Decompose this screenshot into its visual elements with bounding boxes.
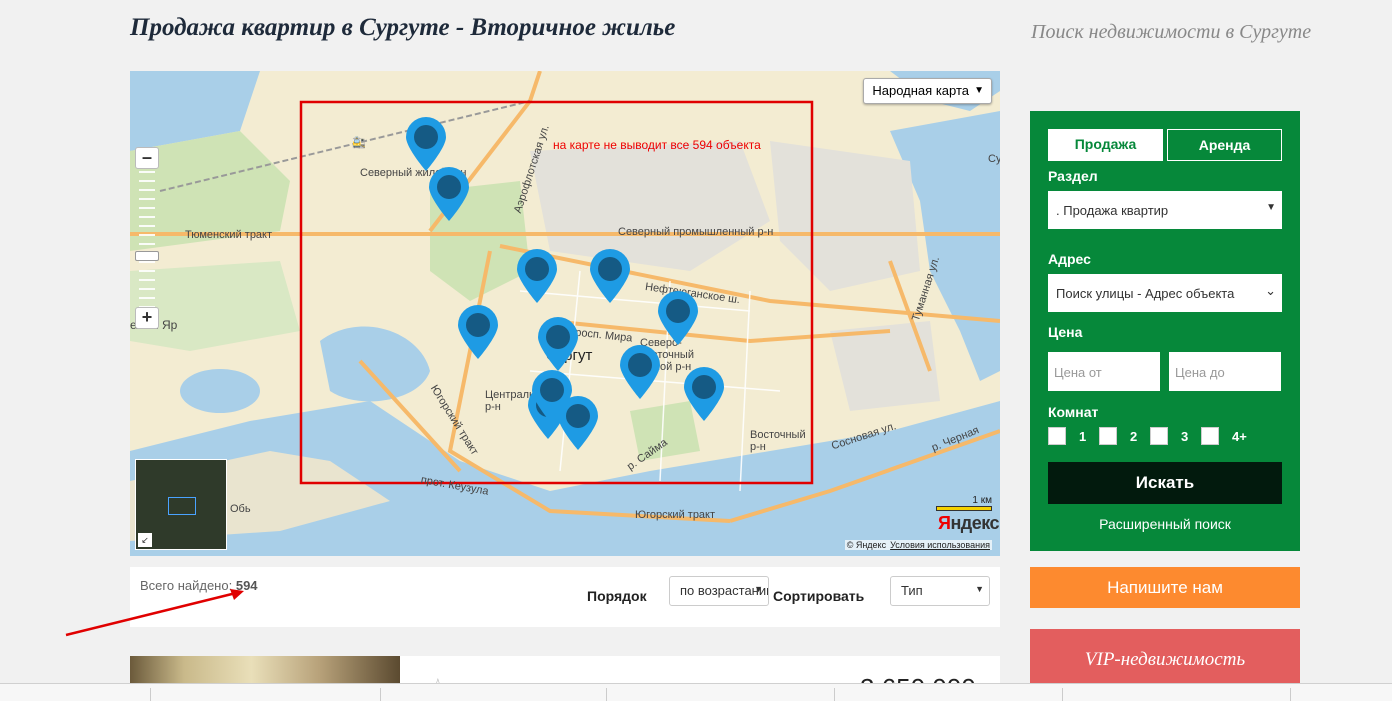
location-pin-icon[interactable] [619, 344, 661, 400]
location-pin-icon[interactable] [516, 248, 558, 304]
yandex-logo-letter: Я [938, 513, 951, 533]
annotation-arrow-icon [65, 589, 244, 637]
location-pin-icon[interactable] [683, 366, 725, 422]
map-label-su: Су [988, 153, 1000, 165]
tab-rent[interactable]: Аренда [1167, 129, 1282, 161]
map-label-yugorsky2: Югорский тракт [635, 509, 716, 521]
zoom-out-button[interactable]: – [135, 147, 159, 169]
map-label-ob: Обь [230, 503, 251, 515]
price-to-input[interactable]: Цена до [1169, 352, 1281, 391]
terms-link[interactable]: Условия использования [890, 540, 990, 550]
map-label-tyumen: Тюменский тракт [185, 229, 273, 241]
room-label: 4+ [1232, 429, 1247, 444]
room-label: 1 [1079, 429, 1087, 444]
map-scale: 1 км [936, 495, 992, 511]
room-option-4plus[interactable]: 4+ [1201, 427, 1261, 447]
copyright-text: © Яндекс [846, 540, 887, 550]
toolbar-divider [150, 688, 151, 701]
zoom-in-button[interactable]: + [135, 307, 159, 329]
price-from-input[interactable]: Цена от [1048, 352, 1160, 391]
map-layer-label: Народная карта [872, 83, 969, 98]
room-checkbox[interactable] [1048, 427, 1066, 445]
minimap[interactable]: ↙ [135, 459, 227, 550]
advanced-search-link[interactable]: Расширенный поиск [1030, 516, 1300, 532]
toolbar-divider [606, 688, 607, 701]
map-copyright: © Яндекс Условия использования [844, 540, 992, 550]
chevron-down-icon: ▼ [1266, 202, 1276, 213]
room-label: 2 [1130, 429, 1138, 444]
location-pin-icon[interactable] [589, 248, 631, 304]
zoom-control[interactable]: – + [135, 147, 159, 331]
zoom-slider-track[interactable] [139, 171, 155, 307]
toolbar-divider [834, 688, 835, 701]
address-label: Адрес [1048, 251, 1091, 267]
map-label-north-ind: Северный промышленный р-н [618, 226, 774, 238]
sidebar-title: Поиск недвижимости в Сургуте [1031, 21, 1312, 43]
location-pin-icon[interactable] [457, 304, 499, 360]
toolbar-divider [1290, 688, 1291, 701]
search-button[interactable]: Искать [1048, 462, 1282, 504]
map-annotation-note: на карте не выводит все 594 объекта [553, 138, 761, 152]
order-label: Порядок [587, 588, 647, 604]
write-us-button[interactable]: Напишите нам [1030, 567, 1300, 608]
toolbar-divider [1062, 688, 1063, 701]
map[interactable]: 🚉 Северный жилой р-н Тюменский тракт Аэр… [130, 71, 1000, 556]
section-select[interactable]: . Продажа квартир ▼ [1048, 191, 1282, 229]
chevron-down-icon: ▼ [754, 584, 763, 594]
sort-select-value: Тип [901, 583, 923, 598]
sort-label: Сортировать [773, 588, 865, 604]
bottom-toolbar [0, 683, 1392, 701]
tab-sale[interactable]: Продажа [1048, 129, 1163, 161]
yandex-logo[interactable]: Яндекс [938, 513, 1000, 534]
zoom-slider-thumb[interactable] [135, 251, 159, 261]
address-select[interactable]: Поиск улицы - Адрес объекта ⌄ [1048, 274, 1282, 312]
room-checkbox[interactable] [1201, 427, 1219, 445]
section-label: Раздел [1048, 168, 1098, 184]
rail-station-icon: 🚉 [352, 137, 366, 149]
address-select-value: Поиск улицы - Адрес объекта [1056, 286, 1235, 301]
minimap-collapse-icon[interactable]: ↙ [138, 533, 152, 547]
map-label-east: Восточный р-н [750, 429, 806, 453]
price-label: Цена [1048, 324, 1083, 340]
room-checkbox[interactable] [1150, 427, 1168, 445]
location-pin-icon[interactable] [537, 316, 579, 372]
map-scale-bar [936, 506, 992, 511]
order-select[interactable]: по возрастанию ▼ [669, 576, 769, 606]
location-pin-icon[interactable] [405, 116, 447, 172]
search-panel: Продажа Аренда Раздел . Продажа квартир ▼… [1030, 111, 1300, 551]
minimap-viewport-frame[interactable] [168, 497, 196, 515]
chevron-down-icon: ▼ [974, 85, 984, 96]
map-scale-label: 1 км [972, 495, 992, 506]
toolbar-divider [380, 688, 381, 701]
results-toolbar: Всего найдено: 594 Порядок по возрастани… [130, 567, 1000, 627]
chevron-down-icon: ▼ [975, 584, 984, 594]
location-pin-icon[interactable] [428, 166, 470, 222]
room-label: 3 [1181, 429, 1189, 444]
location-pin-icon[interactable] [557, 395, 599, 451]
sort-select[interactable]: Тип ▼ [890, 576, 990, 606]
page-title: Продажа квартир в Сургуте - Вторичное жи… [130, 14, 676, 41]
location-pin-icon[interactable] [657, 290, 699, 346]
chevron-down-icon: ⌄ [1265, 283, 1276, 298]
section-select-value: . Продажа квартир [1056, 203, 1169, 218]
map-layer-select[interactable]: Народная карта ▼ [863, 78, 992, 104]
rooms-label: Комнат [1048, 404, 1099, 420]
room-checkbox[interactable] [1099, 427, 1117, 445]
